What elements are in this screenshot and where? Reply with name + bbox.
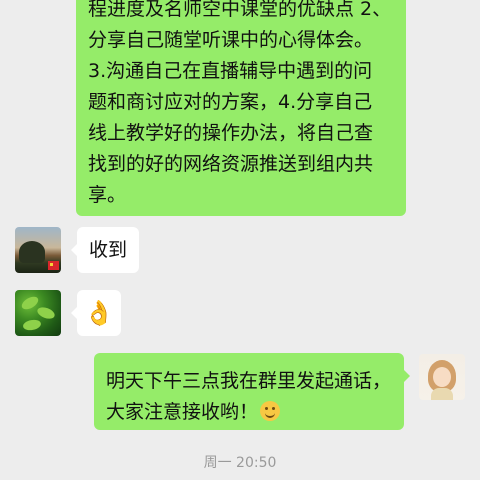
message-line-with-emoji: 大家注意接收哟！ [106, 397, 392, 428]
message-line: 程进度及名师空中课堂的优缺点 2、 [88, 0, 392, 20]
green-leaves-avatar[interactable] [15, 290, 61, 336]
leaf-shape [35, 305, 57, 321]
message-bubble-self[interactable]: 明天下午三点我在群里发起通话， 大家注意接收哟！ [94, 353, 410, 430]
message-line: 分享自己随堂听课中的心得体会。 [88, 29, 374, 51]
ok-hand-icon: 👌 [84, 299, 114, 327]
sunset-landscape-avatar[interactable] [15, 227, 61, 273]
girl-avatar[interactable] [419, 354, 465, 400]
smile-icon [260, 401, 281, 421]
message-line: 线上教学好的操作办法，将自己查 [88, 122, 374, 144]
message-timestamp: 周一 20:50 [203, 455, 277, 471]
message-text: 收到 [89, 239, 128, 261]
shirt-shape [431, 388, 453, 400]
chat-window: 程进度及名师空中课堂的优缺点 2、 分享自己随堂听课中的心得体会。 3.沟通自己… [0, 0, 480, 480]
message-line: 明天下午三点我在群里发起通话， [106, 370, 392, 392]
message-line: 找到的好的网络资源推送到组内共 [88, 153, 374, 175]
leaf-shape [22, 318, 42, 332]
message-line: 享。 [88, 184, 127, 206]
message-line: 3.沟通自己在直播辅导中遇到的问 [88, 60, 373, 82]
tree-silhouette [19, 241, 45, 263]
message-line: 题和商讨应对的方案，4.分享自己 [88, 91, 373, 113]
message-bubble-other[interactable]: 收到 [70, 227, 140, 273]
message-bubble-other[interactable]: 👌 [71, 290, 121, 336]
message-line: 大家注意接收哟！ [106, 401, 259, 423]
face-shape [433, 367, 451, 387]
message-bubble-self[interactable]: 程进度及名师空中课堂的优缺点 2、 分享自己随堂听课中的心得体会。 3.沟通自己… [76, 0, 406, 216]
flag-icon [48, 261, 59, 270]
